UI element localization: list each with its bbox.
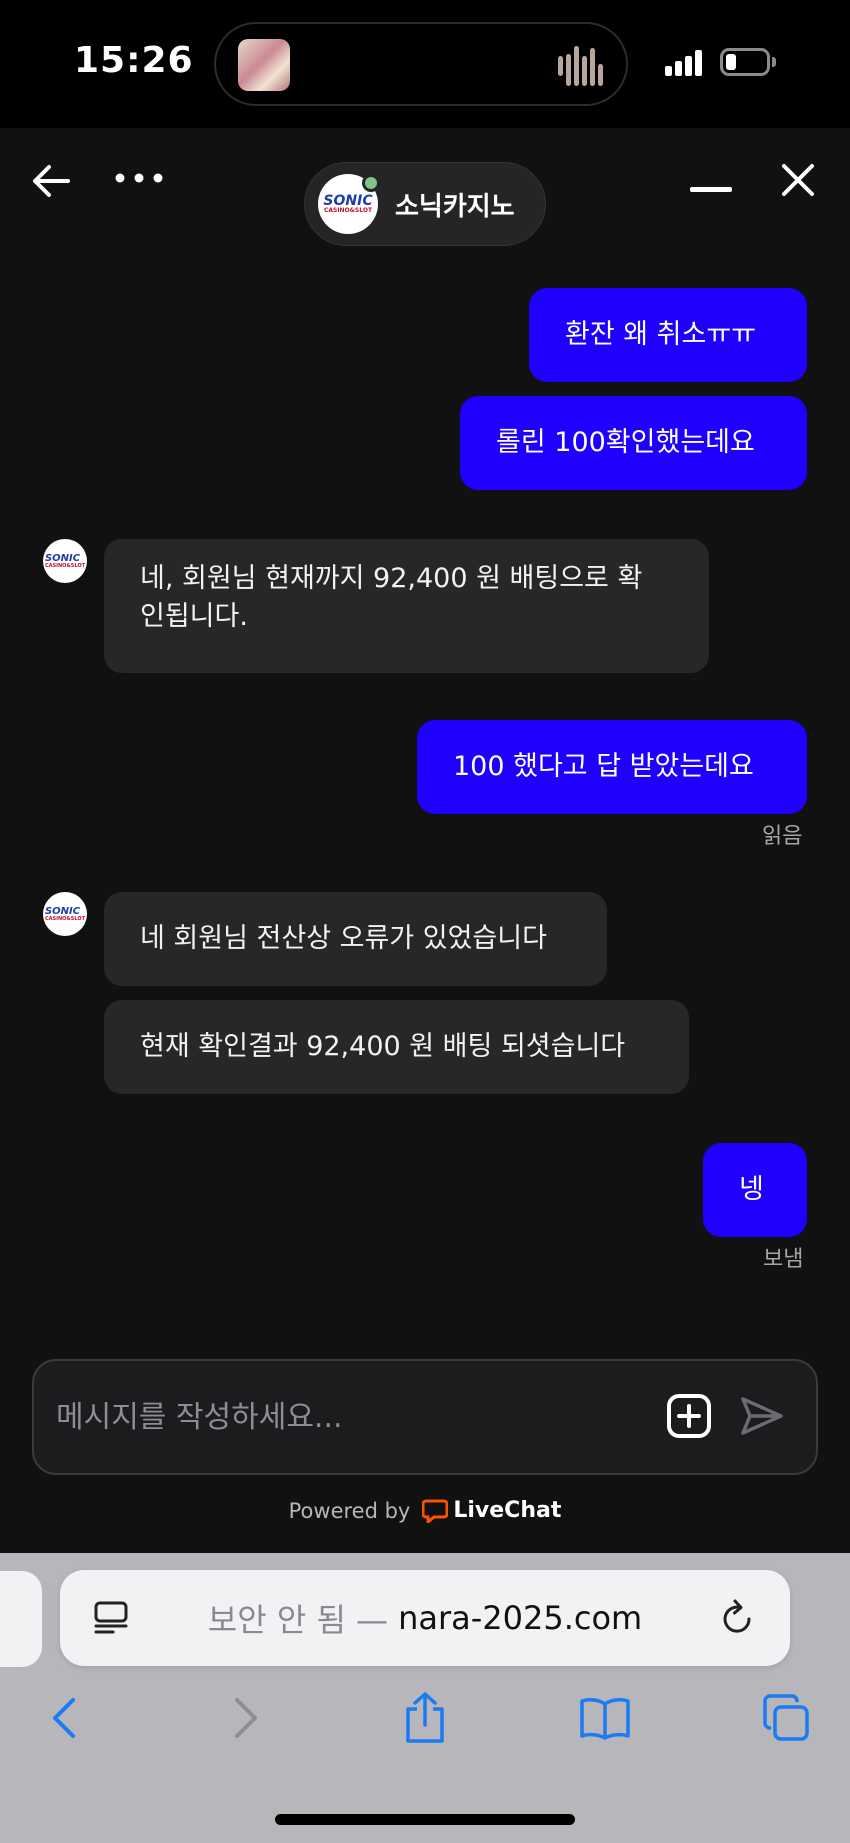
previous-tab-preview[interactable] <box>0 1571 42 1667</box>
message-text: 넹 <box>739 1174 764 1205</box>
livechat-logo-icon <box>422 1499 449 1523</box>
powered-by-footer[interactable]: Powered by LiveChat <box>0 1498 850 1523</box>
battery-tip <box>772 57 776 67</box>
cellular-signal-icon <box>665 50 705 76</box>
read-receipt: 읽음 <box>762 824 803 849</box>
back-button[interactable] <box>28 158 74 204</box>
bookmarks-button[interactable] <box>573 1686 637 1750</box>
battery-icon <box>720 48 770 76</box>
close-button[interactable] <box>778 160 818 200</box>
message-outgoing: 환잔 왜 취소ㅠㅠ <box>529 288 807 382</box>
minimize-icon <box>690 187 732 192</box>
close-icon <box>782 164 814 196</box>
arrow-left-icon <box>33 165 70 197</box>
send-button[interactable] <box>738 1393 786 1439</box>
logo-subtext: CASINO&SLOT <box>323 207 373 214</box>
home-indicator[interactable] <box>275 1814 575 1825</box>
forward-nav-button[interactable] <box>214 1686 278 1750</box>
send-icon <box>741 1397 783 1435</box>
message-incoming: 네, 회원님 현재까지 92,400 원 배팅으로 확 인됩니다. <box>104 539 709 673</box>
attach-button[interactable] <box>666 1393 712 1439</box>
tabs-button[interactable] <box>754 1686 818 1750</box>
reload-button[interactable] <box>716 1598 758 1638</box>
insecure-label: 보안 안 됨 — <box>207 1601 389 1639</box>
tabs-icon <box>763 1694 809 1741</box>
message-text: 현재 확인결과 92,400 원 배팅 되셧습니다 <box>140 1031 626 1062</box>
logo-text: SONIC <box>323 193 373 209</box>
message-incoming: 현재 확인결과 92,400 원 배팅 되셧습니다 <box>104 1000 689 1094</box>
share-icon <box>406 1692 444 1743</box>
message-text: 네 회원님 전산상 오류가 있었습니다 <box>140 923 547 954</box>
agent-avatar: SONIC CASINO&SLOT <box>318 174 380 234</box>
share-button[interactable] <box>393 1686 457 1750</box>
online-status-dot <box>362 174 380 192</box>
more-options-button[interactable] <box>112 158 166 198</box>
chevron-left-icon <box>53 1698 75 1738</box>
message-text-line: 네, 회원님 현재까지 92,400 원 배팅으로 확 <box>140 563 643 594</box>
livechat-window: SONIC CASINO&SLOT 소닉카지노 환잔 왜 취소ㅠㅠ 롤린 100… <box>0 128 850 1553</box>
agent-message-avatar: SONIC CASINO&SLOT <box>43 539 87 583</box>
audio-waveform-icon <box>558 46 604 86</box>
message-text: 100 했다고 답 받았는데요 <box>453 751 754 782</box>
status-time: 15:26 <box>74 40 194 81</box>
url-domain: nara-2025.com <box>398 1599 643 1637</box>
message-outgoing: 넹 <box>703 1143 807 1237</box>
back-nav-button[interactable] <box>32 1686 96 1750</box>
more-dots-icon <box>115 173 163 183</box>
address-bar[interactable]: 보안 안 됨 — nara-2025.com <box>60 1570 790 1666</box>
agent-header[interactable]: SONIC CASINO&SLOT 소닉카지노 <box>304 162 546 246</box>
message-composer <box>32 1359 818 1475</box>
message-incoming: 네 회원님 전산상 오류가 있었습니다 <box>104 892 607 986</box>
sent-receipt: 보냄 <box>763 1247 804 1272</box>
status-bar: 15:26 <box>0 0 850 128</box>
powered-by-text: Powered by <box>288 1498 411 1523</box>
minimize-button[interactable] <box>688 170 734 210</box>
reload-icon <box>723 1599 751 1633</box>
url-display[interactable]: 보안 안 됨 — nara-2025.com <box>60 1570 790 1666</box>
chevron-right-icon <box>235 1698 257 1738</box>
agent-name: 소닉카지노 <box>395 191 515 222</box>
message-text: 롤린 100확인했는데요 <box>496 427 755 458</box>
message-text-line: 인됩니다. <box>140 601 248 632</box>
message-input[interactable] <box>56 1391 616 1443</box>
book-icon <box>580 1698 630 1740</box>
plus-square-icon <box>667 1394 711 1438</box>
now-playing-artwork <box>238 39 290 91</box>
message-outgoing: 100 했다고 답 받았는데요 <box>417 720 807 814</box>
message-text: 환잔 왜 취소ㅠㅠ <box>565 319 757 350</box>
livechat-brand: LiveChat <box>453 1498 562 1523</box>
message-outgoing: 롤린 100확인했는데요 <box>460 396 807 490</box>
dynamic-island[interactable] <box>214 22 628 106</box>
agent-message-avatar: SONIC CASINO&SLOT <box>43 892 87 936</box>
